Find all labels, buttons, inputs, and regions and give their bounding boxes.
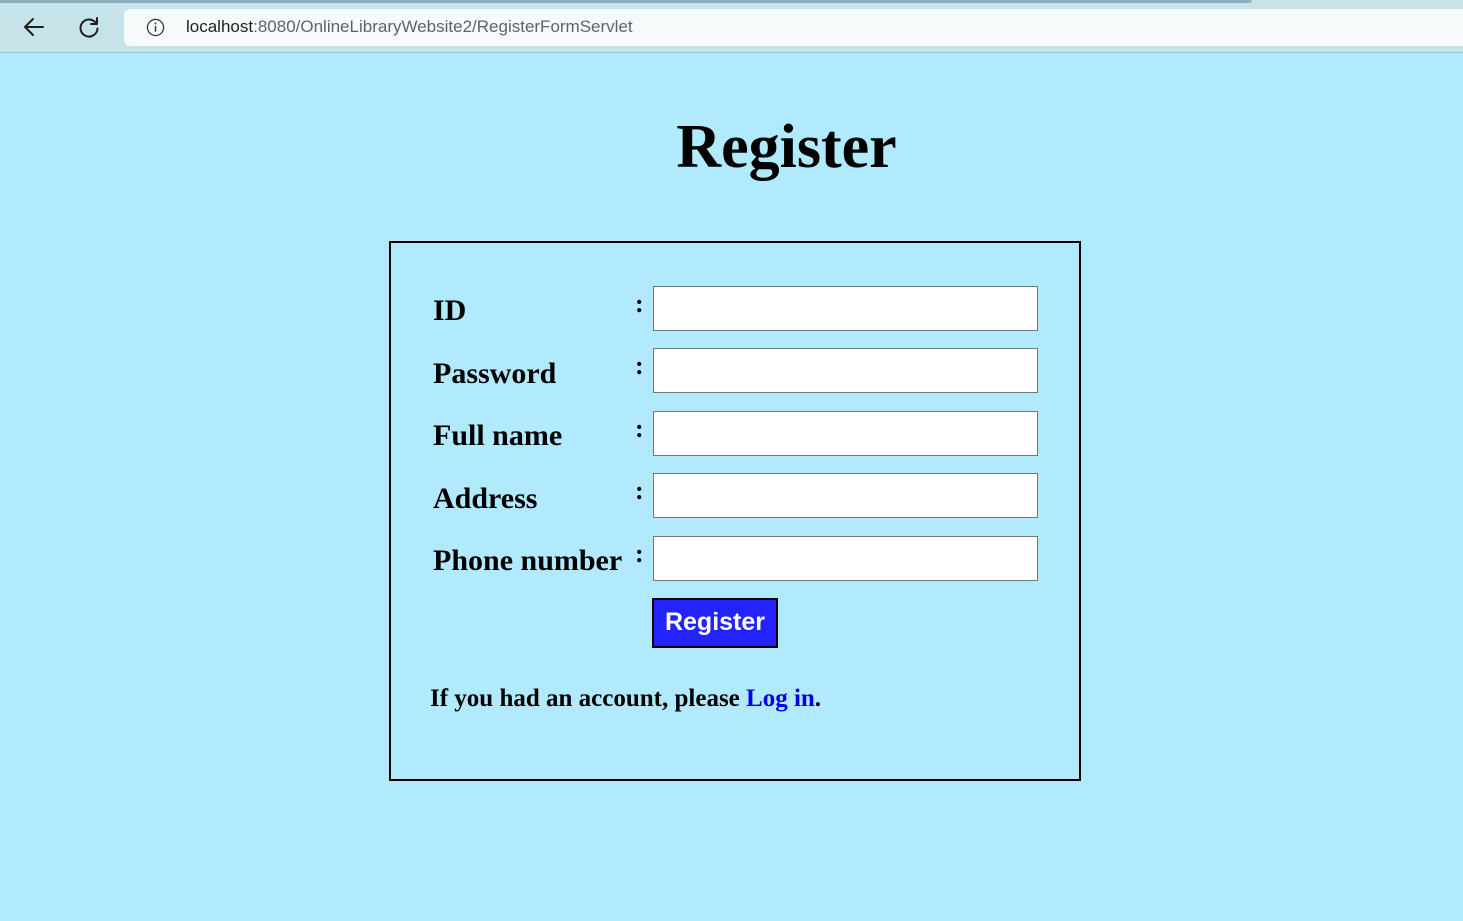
info-icon[interactable] xyxy=(146,18,165,37)
address-input[interactable] xyxy=(653,473,1038,518)
url-path: :8080/OnlineLibraryWebsite2/RegisterForm… xyxy=(253,17,633,36)
phone-number-label: Phone number xyxy=(433,544,623,577)
page-title: Register xyxy=(676,113,897,181)
arrow-left-icon xyxy=(24,18,44,36)
full-name-label: Full name xyxy=(433,419,563,452)
url-text: localhost:8080/OnlineLibraryWebsite2/Reg… xyxy=(186,17,633,37)
tab-strip-edge xyxy=(0,0,1252,3)
register-form: ID : Password : Full name : Address : Ph… xyxy=(389,241,1081,781)
password-colon: : xyxy=(635,351,644,380)
login-prompt-text: If you had an account, please xyxy=(430,685,747,712)
login-link[interactable]: Log in xyxy=(746,685,815,712)
phone-number-input[interactable] xyxy=(653,536,1038,581)
full-name-input[interactable] xyxy=(653,411,1038,456)
login-prompt-period: . xyxy=(814,685,822,712)
back-button[interactable] xyxy=(19,12,49,42)
reload-icon xyxy=(79,17,99,38)
password-label: Password xyxy=(433,357,557,390)
browser-toolbar: localhost:8080/OnlineLibraryWebsite2/Reg… xyxy=(0,0,1463,53)
full-name-colon: : xyxy=(635,414,644,443)
register-button[interactable]: Register xyxy=(652,598,778,648)
url-host: localhost xyxy=(186,17,254,36)
phone-number-colon: : xyxy=(635,539,644,568)
reload-button[interactable] xyxy=(74,12,104,42)
password-input[interactable] xyxy=(653,348,1038,393)
id-label: ID xyxy=(433,294,467,327)
login-prompt: If you had an account, please Log in. xyxy=(430,685,821,713)
id-colon: : xyxy=(635,289,644,318)
address-colon: : xyxy=(635,476,644,505)
id-input[interactable] xyxy=(653,286,1038,331)
address-bar[interactable]: localhost:8080/OnlineLibraryWebsite2/Reg… xyxy=(124,9,1463,46)
address-label: Address xyxy=(433,482,538,515)
